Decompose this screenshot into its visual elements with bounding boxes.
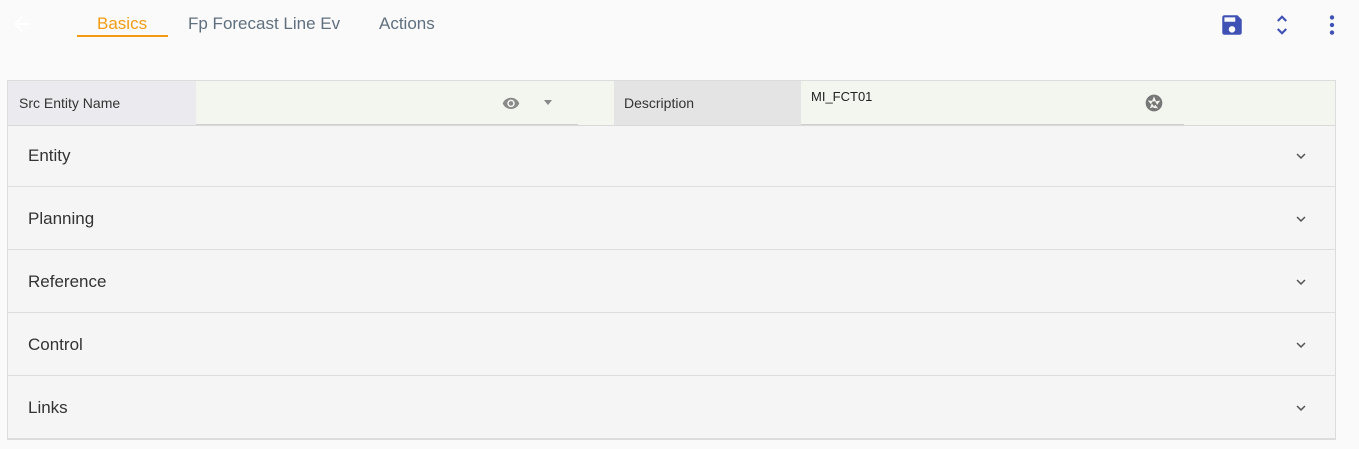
chevron-down-icon[interactable]	[1292, 273, 1310, 291]
field-row: Src Entity Name Description MI_FCT01	[8, 81, 1335, 126]
more-vert-icon[interactable]	[1319, 12, 1345, 38]
section-planning[interactable]: Planning	[8, 188, 1335, 250]
tab-fp-forecast-line-ev[interactable]: Fp Forecast Line Ev	[188, 14, 340, 34]
chevron-down-icon[interactable]	[1292, 210, 1310, 228]
active-tab-indicator	[77, 35, 168, 37]
chevron-down-icon[interactable]	[1292, 336, 1310, 354]
section-title: Links	[28, 398, 68, 417]
save-icon[interactable]	[1219, 12, 1245, 38]
chevron-down-icon[interactable]	[1292, 147, 1310, 165]
tab-basics[interactable]: Basics	[97, 14, 147, 34]
form-panel: Src Entity Name Description MI_FCT01 Ent…	[7, 80, 1336, 440]
description-label: Description	[614, 81, 801, 125]
section-title: Planning	[28, 209, 95, 228]
top-bar: Basics Fp Forecast Line Ev Actions	[0, 0, 1359, 60]
chevron-down-icon[interactable]	[1292, 399, 1310, 417]
src-entity-name-field[interactable]	[196, 81, 578, 125]
arrow-back-icon[interactable]	[10, 12, 34, 36]
section-title: Control	[28, 335, 83, 354]
src-entity-name-label: Src Entity Name	[8, 81, 196, 125]
section-title: Entity	[28, 146, 71, 165]
unfold-icon[interactable]	[1269, 12, 1295, 38]
eye-icon[interactable]	[502, 95, 520, 111]
description-field[interactable]: MI_FCT01	[801, 81, 1184, 125]
section-title: Reference	[28, 272, 107, 291]
section-links[interactable]: Links	[8, 377, 1335, 439]
tab-actions[interactable]: Actions	[379, 14, 435, 34]
section-entity[interactable]: Entity	[8, 125, 1335, 187]
section-reference[interactable]: Reference	[8, 251, 1335, 313]
aperture-icon[interactable]	[1144, 93, 1164, 113]
section-control[interactable]: Control	[8, 314, 1335, 376]
dropdown-caret-icon[interactable]	[544, 100, 552, 105]
